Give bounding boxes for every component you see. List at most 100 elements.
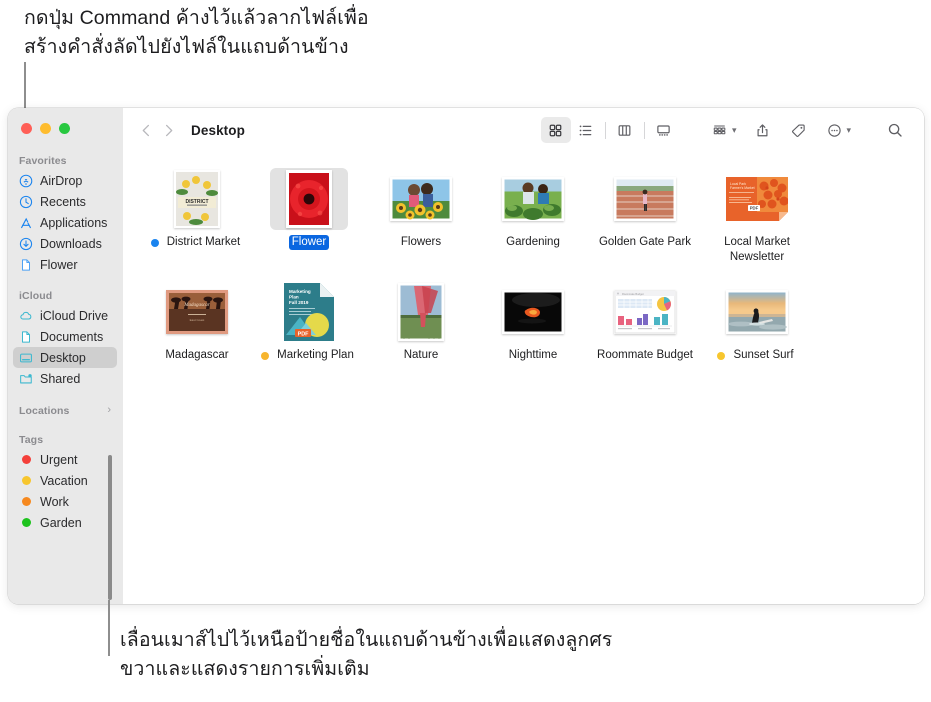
sidebar-item-label: Vacation (40, 473, 88, 488)
search-button[interactable] (880, 117, 910, 143)
file-thumbnail-wrap (494, 281, 572, 343)
sidebar-item-label: Flower (40, 257, 78, 272)
sidebar-item-documents[interactable]: Documents (13, 326, 117, 347)
sidebar-item-tag-vacation[interactable]: Vacation (13, 470, 117, 491)
svg-text:Marketing: Marketing (289, 289, 311, 294)
sidebar-item-label: iCloud Drive (40, 308, 109, 323)
icon-view-button[interactable] (540, 117, 571, 143)
finder-toolbar: Desktop ▾ ▾ (123, 108, 924, 152)
file-name: Sunset Surf (733, 349, 794, 361)
file-item[interactable]: Madagascar East Coast Madagascar (141, 277, 253, 363)
sidebar-item-recents[interactable]: Recents (13, 191, 117, 212)
nature-thumb (398, 283, 444, 341)
sidebar-item-label: Work (40, 494, 69, 509)
more-actions-button[interactable] (819, 117, 849, 143)
file-thumbnail-wrap (382, 168, 460, 230)
sidebar-item-tag-garden[interactable]: Garden (13, 512, 117, 533)
screenshot-stage: กดปุ่ม Command ค้างไว้แล้วลากไฟล์เพื่อ ส… (0, 0, 931, 702)
share-button[interactable] (747, 117, 777, 143)
file-name-row: Flower (288, 235, 330, 250)
file-item[interactable]: Local Park Farmer's Market PDF Local Mar… (701, 164, 813, 265)
flower-thumb (286, 170, 332, 228)
file-thumbnail-wrap (494, 168, 572, 230)
file-thumbnail-wrap (606, 168, 684, 230)
sidebar-item-tag-urgent[interactable]: Urgent (13, 449, 117, 470)
sidebar-item-label: Desktop (40, 350, 86, 365)
sidebar-item-label: Recents (40, 194, 86, 209)
sidebar-group-favorites: Favorites AirDrop Recents Applications D… (8, 155, 123, 275)
file-name: Nighttime (508, 349, 558, 361)
finder-sidebar[interactable]: Favorites AirDrop Recents Applications D… (8, 108, 123, 604)
file-tag-dot (717, 351, 726, 360)
svg-text:Madagascar: Madagascar (183, 303, 209, 308)
airdrop-icon (19, 174, 33, 188)
file-name-row: Roommate Budget (594, 348, 696, 363)
sunset-surf-thumb (726, 290, 788, 334)
close-button[interactable] (21, 123, 32, 134)
file-name: Golden Gate Park (598, 236, 692, 248)
file-name-row: Madagascar (162, 348, 231, 363)
sidebar-item-icloud-drive[interactable]: iCloud Drive (13, 305, 117, 326)
back-button[interactable] (135, 118, 157, 142)
sidebar-item-flower[interactable]: Flower (13, 254, 117, 275)
file-item[interactable]: DISTRICT District Market (141, 164, 253, 265)
finder-main-pane: Desktop ▾ ▾ DISTRICT District Market Flo… (123, 108, 924, 604)
sidebar-item-label: Garden (40, 515, 82, 530)
file-item[interactable]: Sunset Surf (701, 277, 813, 363)
gallery-view-button[interactable] (649, 117, 679, 143)
sidebar-item-desktop[interactable]: Desktop (13, 347, 117, 368)
golden-gate-park-thumb (614, 177, 676, 221)
document-icon (19, 330, 33, 344)
shared-folder-icon (19, 372, 33, 386)
sidebar-item-downloads[interactable]: Downloads (13, 233, 117, 254)
tags-button[interactable] (783, 117, 813, 143)
clock-icon (19, 195, 33, 209)
file-item[interactable]: Gardening (477, 164, 589, 265)
chevron-down-icon[interactable]: ▾ (732, 125, 737, 136)
file-thumbnail-wrap (270, 168, 348, 230)
svg-text:Roommate Budget: Roommate Budget (622, 292, 644, 296)
sidebar-group-icloud: iCloud iCloud Drive Documents Desktop Sh… (8, 290, 123, 389)
svg-text:Fall 2019: Fall 2019 (289, 300, 309, 305)
sidebar-group-locations[interactable]: Locations › (8, 404, 123, 420)
file-item[interactable]: Roommate Budget Roommate Budget (589, 277, 701, 363)
file-item[interactable]: Marketing Plan Fall 2019 PDF Marketing P… (253, 277, 365, 363)
chevron-down-icon[interactable]: ▾ (846, 125, 851, 136)
svg-text:Plan: Plan (289, 295, 299, 300)
file-thumbnail-wrap: DISTRICT (158, 168, 236, 230)
annotation-caption-top: กดปุ่ม Command ค้างไว้แล้วลากไฟล์เพื่อ ส… (24, 7, 369, 58)
zoom-button[interactable] (59, 123, 70, 134)
file-item[interactable]: Nature (365, 277, 477, 363)
forward-button[interactable] (157, 118, 179, 142)
sidebar-item-label: Documents (40, 329, 104, 344)
svg-text:East Coast: East Coast (190, 318, 205, 322)
sidebar-section-title-favorites: Favorites (19, 155, 67, 167)
file-name: Nature (403, 349, 439, 361)
file-item[interactable]: Flowers (365, 164, 477, 265)
view-mode-group (540, 117, 679, 143)
tag-color-dot (22, 455, 31, 464)
list-view-button[interactable] (571, 117, 601, 143)
svg-text:DISTRICT: DISTRICT (185, 199, 208, 205)
file-item[interactable]: Nighttime (477, 277, 589, 363)
file-name-row: Marketing Plan (261, 348, 357, 363)
cloud-icon (19, 309, 33, 323)
annotation-caption-bottom: เลื่อนเมาส์ไปไว้เหนือป้ายชื่อในแถบด้านข้… (120, 629, 613, 680)
sidebar-scrollbar[interactable] (108, 455, 112, 600)
group-by-button[interactable] (705, 117, 735, 143)
minimize-button[interactable] (40, 123, 51, 134)
sidebar-item-tag-work[interactable]: Work (13, 491, 117, 512)
file-item[interactable]: Flower (253, 164, 365, 265)
sidebar-item-airdrop[interactable]: AirDrop (13, 170, 117, 191)
file-name-row: Flowers (398, 235, 444, 250)
svg-text:Farmer's Market: Farmer's Market (730, 186, 755, 190)
file-tag-dot (261, 351, 270, 360)
sidebar-item-label: Urgent (40, 452, 78, 467)
sidebar-item-shared[interactable]: Shared (13, 368, 117, 389)
sidebar-item-applications[interactable]: Applications (13, 212, 117, 233)
column-view-button[interactable] (610, 117, 640, 143)
roommate-budget-thumb: Roommate Budget (614, 290, 676, 334)
chevron-right-icon[interactable]: › (107, 404, 111, 416)
page-title: Desktop (191, 122, 245, 138)
file-item[interactable]: Golden Gate Park (589, 164, 701, 265)
